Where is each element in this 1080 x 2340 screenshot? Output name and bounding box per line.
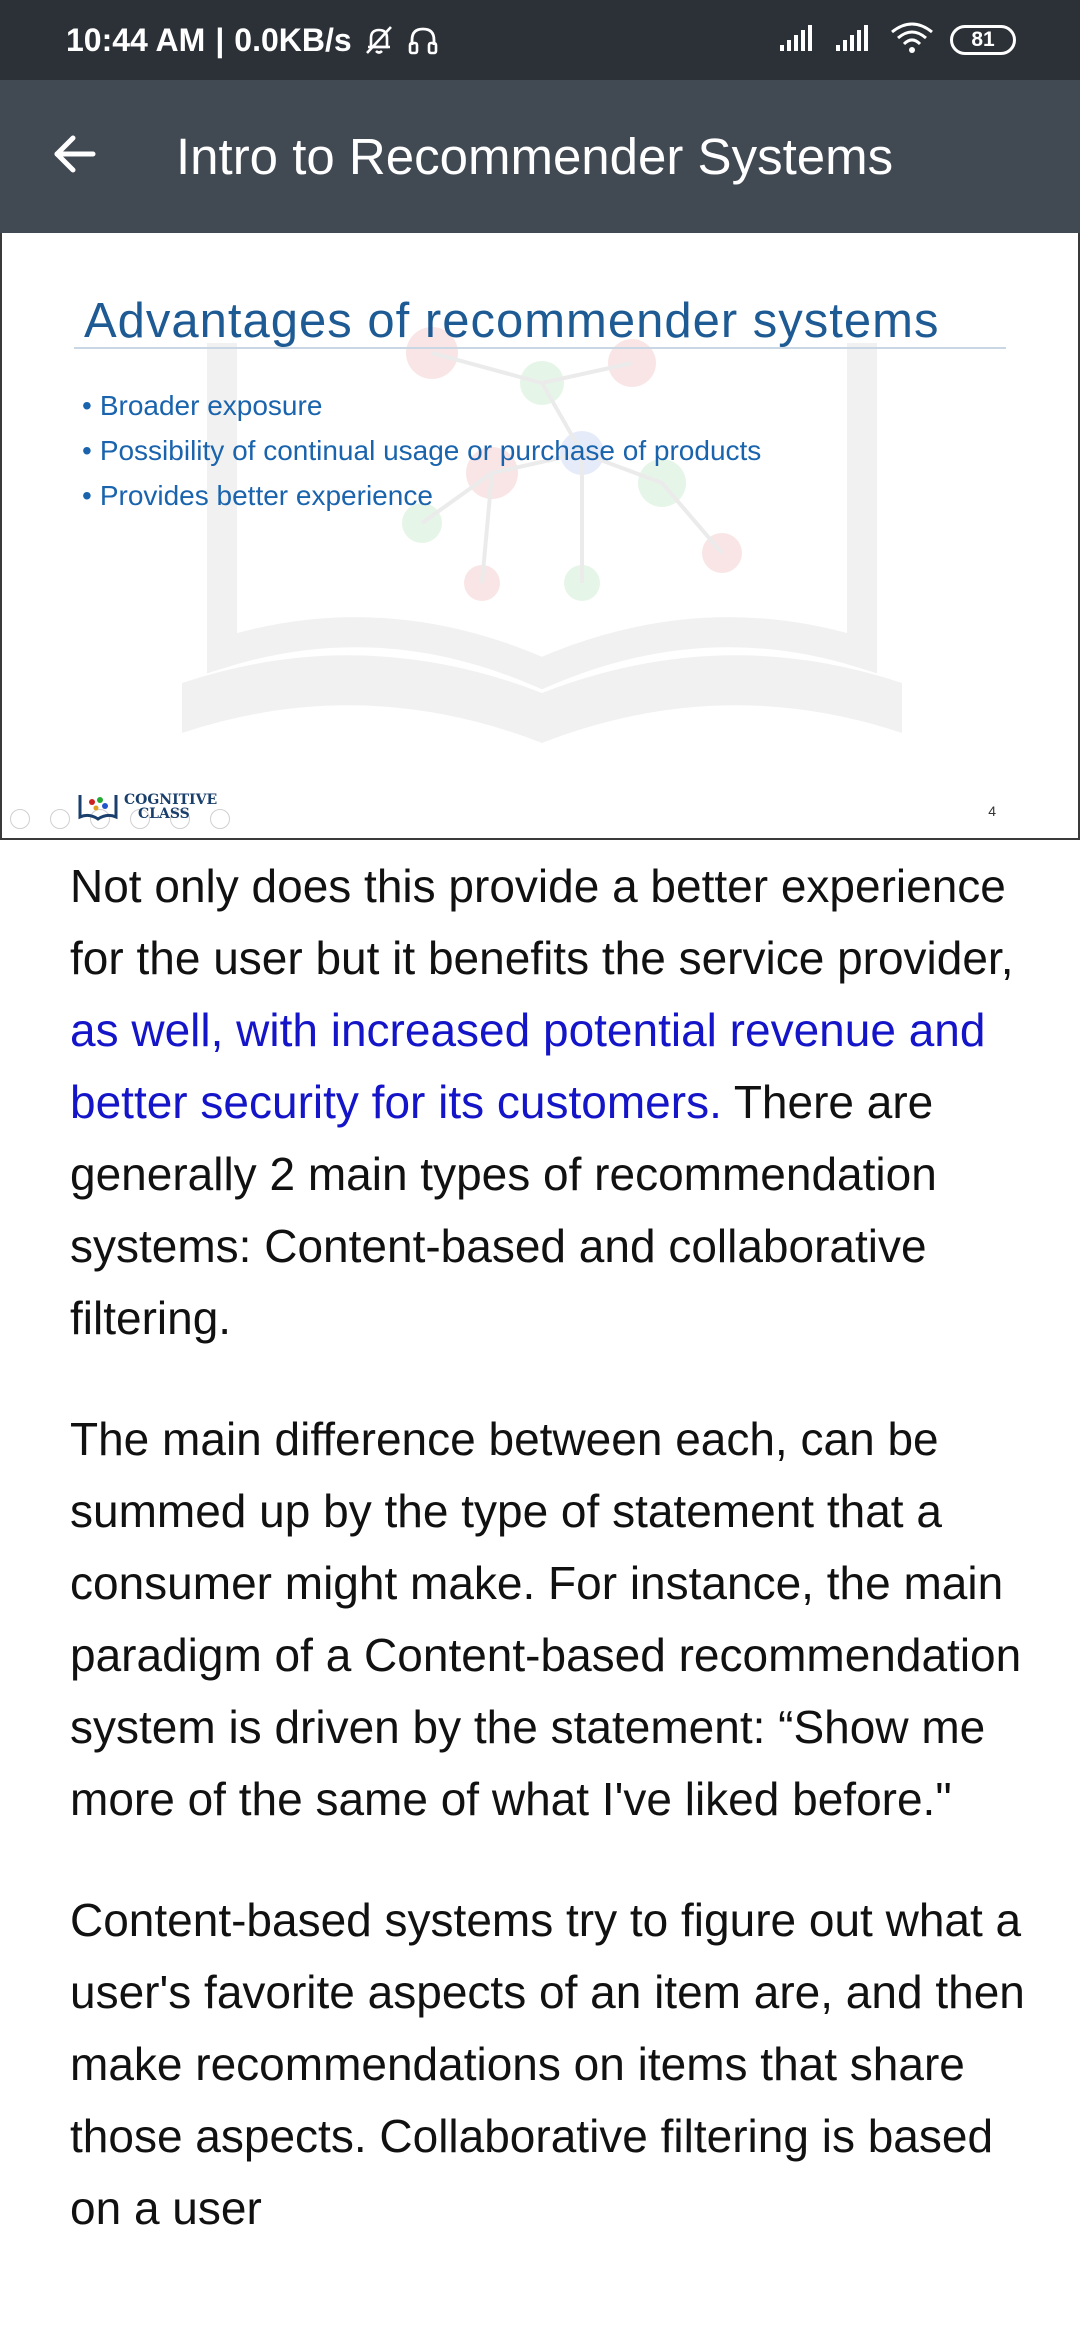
signal-icon	[778, 23, 818, 58]
status-speed: 0.0KB/s	[234, 21, 352, 58]
logo-line: CLASS	[138, 806, 190, 822]
slide-divider	[74, 347, 1006, 349]
back-arrow-icon	[49, 129, 99, 184]
app-bar: Intro to Recommender Systems	[0, 80, 1080, 233]
battery-icon: 81	[950, 25, 1016, 55]
page-title: Intro to Recommender Systems	[176, 128, 894, 185]
logo-line: COGNITIVE	[124, 792, 218, 808]
bullet-icon: •	[82, 435, 92, 466]
slide-bullet: • Possibility of continual usage or purch…	[82, 428, 761, 473]
status-time: 10:44 AM	[66, 21, 206, 58]
bullet-icon: •	[82, 390, 92, 421]
article-paragraph: Content-based systems try to figure out …	[70, 1894, 1025, 2234]
status-left: 10:44 AM | 0.0KB/s	[66, 22, 440, 59]
mute-icon	[362, 23, 396, 57]
slide-image[interactable]: Advantages of recommender systems • Broad…	[0, 233, 1080, 840]
slide-page-number: 4	[988, 803, 996, 819]
slide-bullet-text: Broader exposure	[99, 390, 323, 421]
bullet-icon: •	[82, 480, 92, 511]
slide-title: Advantages of recommender systems	[84, 294, 940, 348]
cognitive-class-logo: COGNITIVE CLASS	[78, 793, 217, 821]
cognitive-class-logo-icon	[78, 795, 118, 821]
article-paragraph: The main difference between each, can be…	[70, 1413, 1022, 1825]
paragraph-text: Not only does this provide a better expe…	[70, 860, 1014, 984]
article-body: Not only does this provide a better expe…	[70, 850, 1030, 2293]
signal-icon	[834, 23, 874, 58]
cognitive-class-logo-text: COGNITIVE CLASS	[124, 793, 217, 821]
slide-bullet: • Provides better experience	[82, 473, 761, 518]
slide-control-icon	[50, 809, 70, 829]
status-right: 81	[778, 22, 1016, 59]
status-bar: 10:44 AM | 0.0KB/s 81	[0, 0, 1080, 80]
battery-level: 81	[971, 28, 995, 51]
slide-bullet-text: Provides better experience	[99, 480, 433, 511]
slide-bullet-list: • Broader exposure • Possibility of contin…	[82, 383, 761, 518]
status-separator: |	[215, 21, 225, 58]
wifi-icon	[890, 22, 934, 59]
headphones-icon	[406, 23, 440, 57]
article-paragraph: Not only does this provide a better expe…	[70, 850, 1030, 1354]
back-button[interactable]	[0, 80, 150, 233]
slide-bullet: • Broader exposure	[82, 383, 761, 428]
slide-bullet-text: Possibility of continual usage or purcha…	[99, 435, 762, 466]
slide-control-icon	[10, 809, 30, 829]
